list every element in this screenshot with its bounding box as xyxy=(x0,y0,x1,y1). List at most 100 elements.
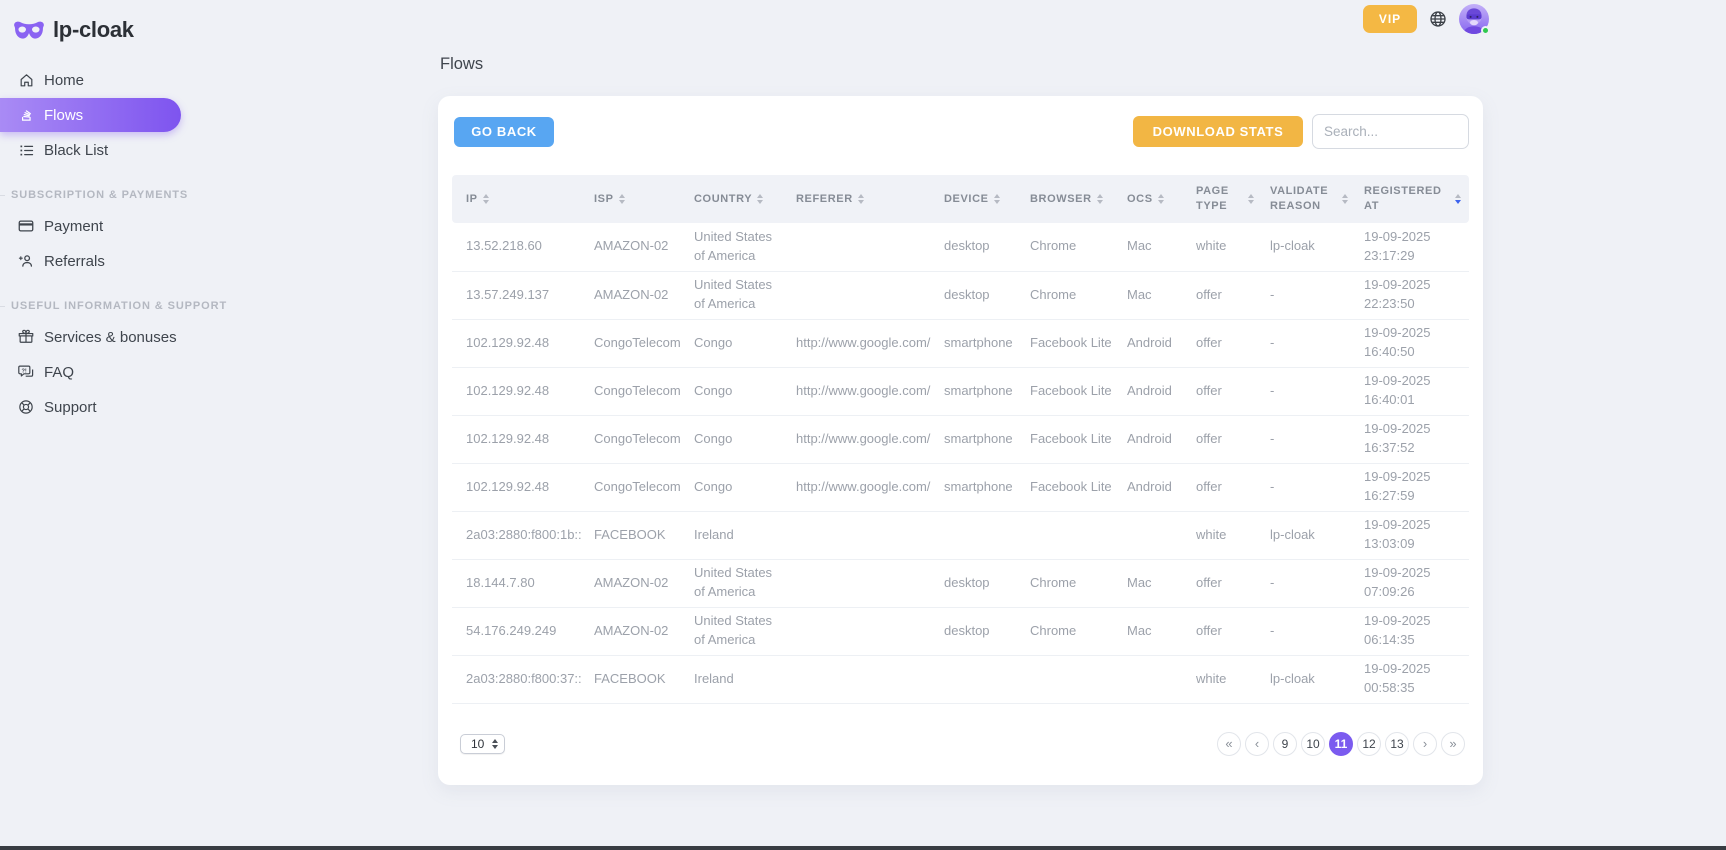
pagination-prev-button[interactable]: ‹ xyxy=(1245,732,1269,756)
table-cell: Mac xyxy=(1119,223,1188,271)
table-cell: 19-09-2025 16:27:59 xyxy=(1356,463,1469,511)
pagination-page-12[interactable]: 12 xyxy=(1357,732,1381,756)
table-row[interactable]: 102.129.92.48CongoTelecomCongohttp://www… xyxy=(452,319,1469,367)
table-cell: - xyxy=(1262,367,1356,415)
table-cell xyxy=(1119,655,1188,703)
table-cell: 13.52.218.60 xyxy=(452,223,586,271)
search-input[interactable] xyxy=(1312,114,1469,149)
table-cell: http://www.google.com/ xyxy=(788,415,936,463)
table-cell: 102.129.92.48 xyxy=(452,463,586,511)
table-cell: 102.129.92.48 xyxy=(452,319,586,367)
table-cell: Ireland xyxy=(686,655,788,703)
vip-button[interactable]: VIP xyxy=(1363,5,1417,33)
table-cell: offer xyxy=(1188,415,1262,463)
sidebar-item-services-bonuses[interactable]: Services & bonuses xyxy=(0,320,181,354)
table-cell: white xyxy=(1188,223,1262,271)
pagination-last-button[interactable]: » xyxy=(1441,732,1465,756)
table-row[interactable]: 54.176.249.249AMAZON-02United States of … xyxy=(452,607,1469,655)
pagination-page-10[interactable]: 10 xyxy=(1301,732,1325,756)
table-cell: offer xyxy=(1188,607,1262,655)
table-cell: 2a03:2880:f800:1b:: xyxy=(452,511,586,559)
table-cell xyxy=(1119,511,1188,559)
sidebar-section-subscription-payments: SUBSCRIPTION & PAYMENTS xyxy=(0,189,200,201)
payment-card-icon xyxy=(17,217,35,235)
table-row[interactable]: 13.57.249.137AMAZON-02United States of A… xyxy=(452,271,1469,319)
table-cell: http://www.google.com/ xyxy=(788,319,936,367)
table-cell: 102.129.92.48 xyxy=(452,415,586,463)
column-header-ocs[interactable]: OCS xyxy=(1119,175,1188,223)
column-header-device[interactable]: DEVICE xyxy=(936,175,1022,223)
table-cell: Chrome xyxy=(1022,559,1119,607)
table-cell: 19-09-2025 16:40:01 xyxy=(1356,367,1469,415)
table-cell: 54.176.249.249 xyxy=(452,607,586,655)
column-header-page-type[interactable]: PAGE TYPE xyxy=(1188,175,1262,223)
card-toolbar: GO BACK DOWNLOAD STATS xyxy=(452,114,1469,149)
table-cell: United States of America xyxy=(686,271,788,319)
go-back-button[interactable]: GO BACK xyxy=(454,117,554,147)
pagination-next-button[interactable]: › xyxy=(1413,732,1437,756)
table-cell: smartphone xyxy=(936,319,1022,367)
table-cell: desktop xyxy=(936,223,1022,271)
user-avatar[interactable] xyxy=(1459,4,1489,34)
column-header-registered-at[interactable]: REGISTERED AT xyxy=(1356,175,1469,223)
sort-arrows-icon-active xyxy=(1455,194,1461,204)
table-row[interactable]: 18.144.7.80AMAZON-02United States of Ame… xyxy=(452,559,1469,607)
page-size-value: 10 xyxy=(471,737,484,751)
table-cell: Mac xyxy=(1119,559,1188,607)
pagination-page-13[interactable]: 13 xyxy=(1385,732,1409,756)
page-size-select[interactable]: 10 xyxy=(460,734,505,754)
table-row[interactable]: 102.129.92.48CongoTelecomCongohttp://www… xyxy=(452,367,1469,415)
table-cell: Android xyxy=(1119,319,1188,367)
table-cell: CongoTelecom xyxy=(586,319,686,367)
table-cell: Chrome xyxy=(1022,223,1119,271)
pagination-first-button[interactable]: « xyxy=(1217,732,1241,756)
table-cell: 19-09-2025 16:40:50 xyxy=(1356,319,1469,367)
pagination-page-11-active[interactable]: 11 xyxy=(1329,732,1353,756)
home-icon xyxy=(17,71,35,89)
sidebar-item-label: Payment xyxy=(44,218,103,235)
download-stats-button[interactable]: DOWNLOAD STATS xyxy=(1133,116,1303,147)
pagination-page-9[interactable]: 9 xyxy=(1273,732,1297,756)
sidebar-item-label: Black List xyxy=(44,142,108,159)
brand-logo[interactable]: lp-cloak xyxy=(0,0,200,48)
table-row[interactable]: 2a03:2880:f800:1b::FACEBOOKIrelandwhitel… xyxy=(452,511,1469,559)
column-header-isp[interactable]: ISP xyxy=(586,175,686,223)
sort-arrows-icon xyxy=(858,194,864,204)
table-cell: Congo xyxy=(686,367,788,415)
sidebar-item-label: Flows xyxy=(44,107,83,124)
sidebar-item-referrals[interactable]: Referrals xyxy=(0,244,181,278)
table-cell xyxy=(788,655,936,703)
sidebar-item-faq[interactable]: ?! FAQ xyxy=(0,355,181,389)
table-cell: Mac xyxy=(1119,607,1188,655)
sort-arrows-icon xyxy=(1342,194,1348,204)
table-cell: - xyxy=(1262,415,1356,463)
table-cell: CongoTelecom xyxy=(586,463,686,511)
sidebar-item-label: Home xyxy=(44,72,84,89)
table-cell: - xyxy=(1262,463,1356,511)
sort-arrows-icon xyxy=(483,194,489,204)
table-cell: AMAZON-02 xyxy=(586,271,686,319)
globe-icon[interactable] xyxy=(1428,9,1448,29)
table-row[interactable]: 102.129.92.48CongoTelecomCongohttp://www… xyxy=(452,463,1469,511)
table-cell xyxy=(936,655,1022,703)
column-header-referer[interactable]: REFERER xyxy=(788,175,936,223)
table-row[interactable]: 13.52.218.60AMAZON-02United States of Am… xyxy=(452,223,1469,271)
sidebar: lp-cloak Home Flows xyxy=(0,0,200,850)
sidebar-item-home[interactable]: Home xyxy=(0,63,181,97)
table-row[interactable]: 102.129.92.48CongoTelecomCongohttp://www… xyxy=(452,415,1469,463)
sidebar-item-payment[interactable]: Payment xyxy=(0,209,181,243)
table-cell: http://www.google.com/ xyxy=(788,367,936,415)
column-header-ip[interactable]: IP xyxy=(452,175,586,223)
column-header-country[interactable]: COUNTRY xyxy=(686,175,788,223)
column-header-validate-reason[interactable]: VALIDATE REASON xyxy=(1262,175,1356,223)
sidebar-item-black-list[interactable]: Black List xyxy=(0,133,181,167)
sort-arrows-icon xyxy=(1097,194,1103,204)
column-header-browser[interactable]: BROWSER xyxy=(1022,175,1119,223)
table-cell: FACEBOOK xyxy=(586,655,686,703)
table-cell: - xyxy=(1262,559,1356,607)
table-row[interactable]: 2a03:2880:f800:37::FACEBOOKIrelandwhitel… xyxy=(452,655,1469,703)
sidebar-item-flows[interactable]: Flows xyxy=(0,98,181,132)
bottom-edge-bar xyxy=(0,846,1726,850)
sidebar-item-support[interactable]: Support xyxy=(0,390,181,424)
table-cell xyxy=(788,559,936,607)
